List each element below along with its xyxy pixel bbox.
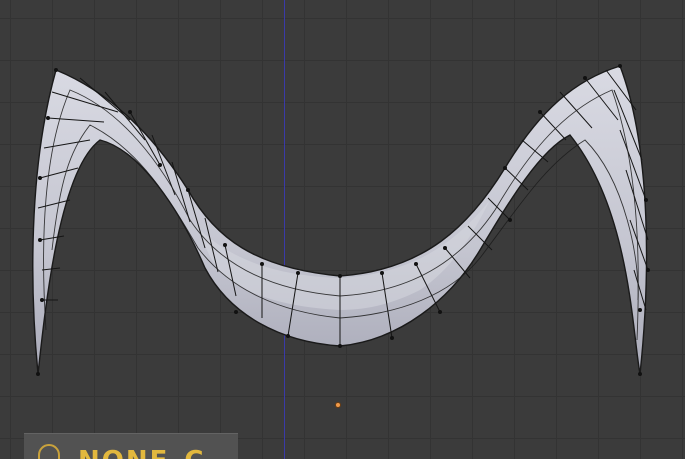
3d-viewport[interactable]: NONE_C [0, 0, 685, 459]
object-origin[interactable] [335, 402, 341, 408]
mesh-object[interactable] [0, 0, 685, 459]
active-object-name: NONE_C [78, 446, 205, 459]
object-icon [38, 444, 60, 459]
status-panel: NONE_C [24, 433, 238, 459]
